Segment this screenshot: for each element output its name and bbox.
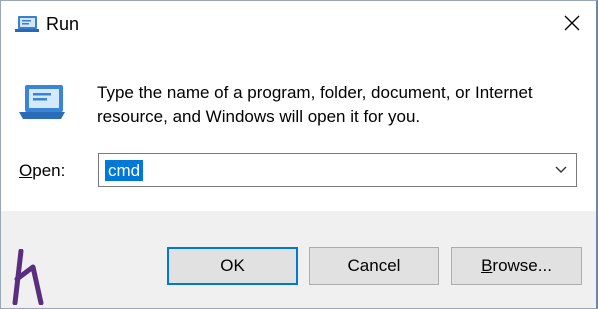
browse-access-key: B [481,256,493,275]
open-label-access-key: O [19,161,33,180]
chevron-down-icon[interactable] [554,163,568,177]
browse-label: rowse... [492,256,552,275]
open-label-text: pen: [32,161,66,180]
browse-button[interactable]: Browse... [451,247,582,285]
ok-button[interactable]: OK [167,247,298,285]
close-button[interactable] [558,9,586,37]
brand-logo [12,249,44,305]
description-line-1: Type the name of a program, folder, docu… [97,83,533,102]
dialog-description: Type the name of a program, folder, docu… [97,81,577,129]
run-dialog: Run Type the name of a program, folder, … [0,0,598,309]
open-input-value[interactable]: cmd [105,160,144,181]
window-title: Run [46,14,80,34]
button-bar: OK Cancel Browse... [1,211,596,308]
run-dialog-icon [19,85,65,119]
close-icon [564,15,580,31]
cancel-button[interactable]: Cancel [309,247,439,285]
run-dialog-icon [15,16,39,32]
open-label: Open: [19,161,65,181]
open-combobox[interactable]: cmd [98,153,577,187]
title-bar[interactable]: Run [1,1,596,45]
description-line-2: resource, and Windows will open it for y… [97,107,421,126]
